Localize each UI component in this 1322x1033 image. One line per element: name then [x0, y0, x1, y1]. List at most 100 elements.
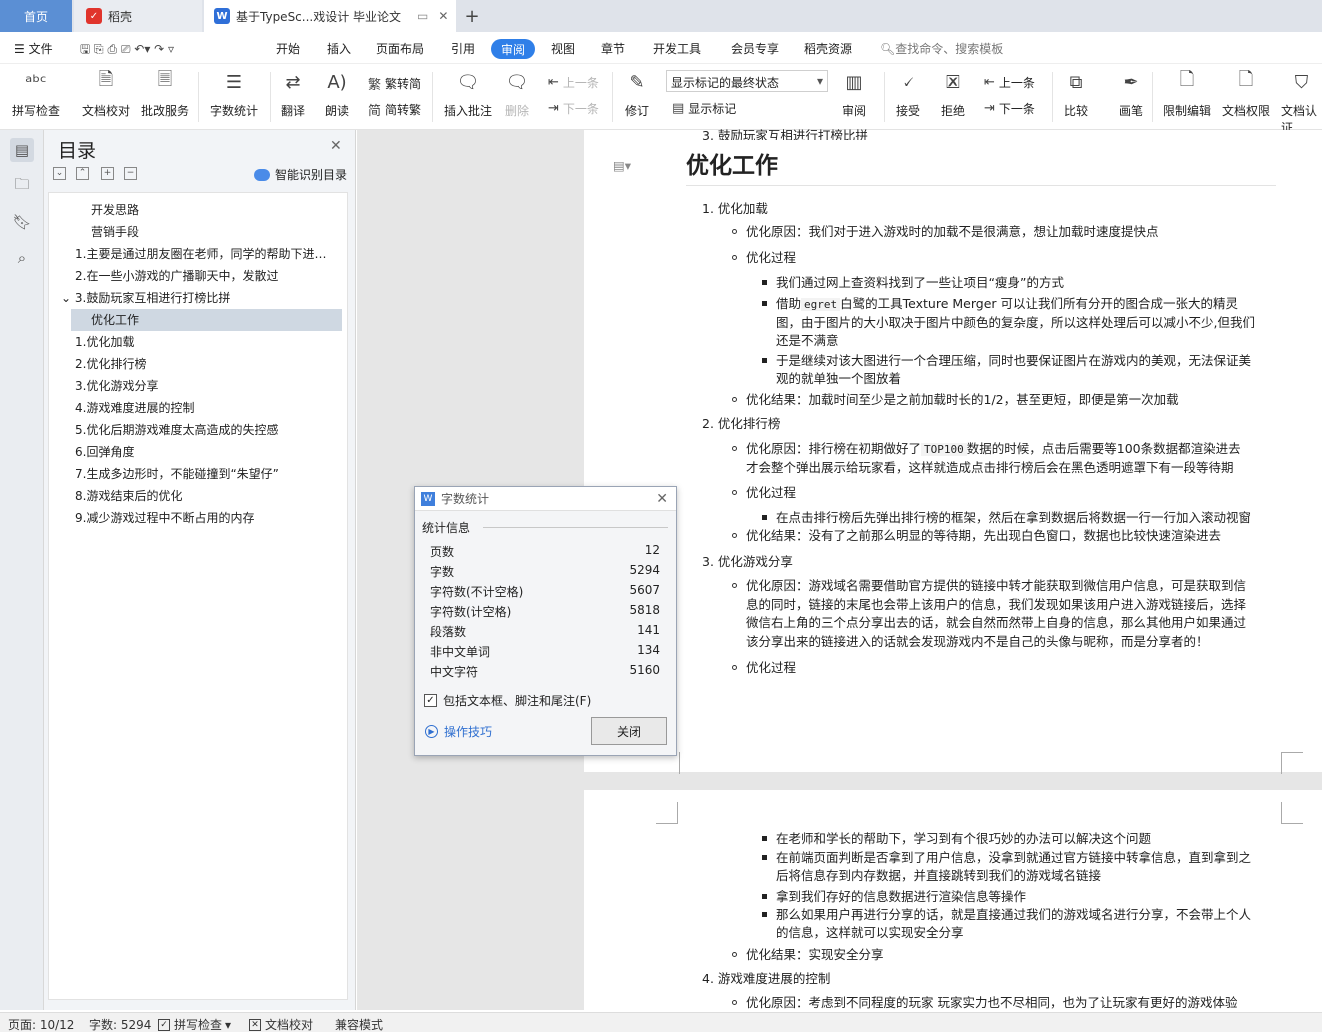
menu-view[interactable]: 视图 [551, 40, 575, 57]
read-aloud-button[interactable]: A) 朗读 [323, 68, 351, 119]
menu-review[interactable]: 审阅 [491, 39, 535, 59]
menu-member[interactable]: 会员专享 [731, 40, 779, 57]
proofread-toggle[interactable]: ✕ 文档校对 [249, 1016, 313, 1033]
compare-button[interactable]: ⧉ 比较 [1062, 68, 1090, 119]
doc-line: 优化过程 [746, 485, 797, 500]
divider [483, 527, 668, 528]
to-simplified-button[interactable]: 繁繁转简 [368, 74, 421, 93]
bookmark-icon[interactable]: 🔖︎ [10, 210, 34, 234]
tab-home[interactable]: 首页 [0, 0, 72, 32]
chevron-down-icon: ⌄ [61, 291, 75, 305]
toc-item[interactable]: 2.优化排行榜 [75, 353, 146, 375]
markup-state-select[interactable]: 显示标记的最终状态 ▾ [666, 70, 828, 92]
add-level-icon[interactable]: + [101, 167, 114, 180]
doc-line: 优化结果：实现安全分享 [746, 947, 884, 962]
toc-item[interactable]: 营销手段 [91, 221, 139, 243]
delete-comment-button[interactable]: 🗨 删除 [503, 68, 531, 119]
remove-level-icon[interactable]: − [124, 167, 137, 180]
revise-service-icon: 🗏 [157, 69, 173, 90]
quick-access-icons[interactable]: 🖫 ⎘ ⎙ ⎚ ↶▾ ↷ ▿ [80, 40, 174, 61]
checkbox-checked-icon: ✓ [158, 1018, 170, 1031]
track-changes-button[interactable]: ✎ 修订 [623, 68, 651, 119]
toc-item-selected[interactable]: 优化工作 [91, 309, 139, 331]
toc-item[interactable]: 5.优化后期游戏难度太高造成的失控感 [75, 419, 278, 441]
toc-item[interactable]: 9.减少游戏过程中不断占用的内存 [75, 507, 254, 529]
accept-button[interactable]: 🗸 接受 [894, 68, 922, 119]
toc-item[interactable]: ⌄ 3.鼓励玩家互相进行打榜比拼 [61, 287, 230, 309]
toc-item[interactable]: 8.游戏结束后的优化 [75, 485, 182, 507]
page-corner-mark [656, 802, 678, 824]
tab-document[interactable]: W 基于TypeSc...戏设计 毕业论文 ▭ ✕ [204, 0, 456, 32]
restore-icon[interactable]: ▭ [417, 9, 428, 23]
tab-daoke[interactable]: ✓ 稻壳 [74, 0, 202, 32]
close-icon[interactable]: ✕ [330, 138, 342, 154]
toc-item[interactable]: 3.优化游戏分享 [75, 375, 158, 397]
toc-item[interactable]: 6.回弹角度 [75, 441, 134, 463]
revise-service-button[interactable]: 🗏 批改服务 [141, 68, 189, 119]
spell-check-button[interactable]: ᵃᵇᶜ 拼写检查 [12, 68, 60, 119]
doc-line: 才会整个弹出展示给玩家看，这样就造成点击排行榜后会在黑色透明遮罩下有一段等待期 [746, 460, 1234, 475]
toc-item[interactable]: 7.生成多边形时，不能碰撞到“朱望仔” [75, 463, 279, 485]
bullet-circle [732, 583, 737, 588]
expand-icon[interactable]: ⌃ [76, 167, 89, 180]
spell-check-toggle[interactable]: ✓ 拼写检查 ▾ [158, 1016, 231, 1033]
paragraph-icon[interactable]: ▤▾ [613, 156, 631, 175]
dialog-title-bar[interactable]: W 字数统计 [415, 487, 676, 511]
menu-daoke-resources[interactable]: 稻壳资源 [804, 40, 852, 57]
to-traditional-button[interactable]: 简简转繁 [368, 100, 421, 119]
doc-line: 拿到我们存好的信息数据进行渲染信息等操作 [776, 889, 1027, 904]
toc-icon[interactable]: ▤ [10, 138, 34, 162]
bullet-circle [732, 255, 737, 260]
prev-comment-button[interactable]: ⇤ 上一条 [548, 74, 599, 91]
doc-permission-button[interactable]: 🗋 文档权限 [1222, 68, 1270, 119]
tips-link[interactable]: ▶ 操作技巧 [425, 723, 492, 740]
insert-comment-button[interactable]: 🗨 插入批注 [444, 68, 492, 119]
prev-change-button[interactable]: ⇤ 上一条 [984, 74, 1035, 91]
chapters-icon[interactable]: 🗀 [10, 174, 34, 198]
include-textbox-checkbox[interactable]: ✓ 包括文本框、脚注和尾注(F) [424, 692, 591, 709]
inline-code: egret [801, 298, 841, 311]
divider [612, 72, 613, 122]
word-count-button[interactable]: ☰ 字数统计 [210, 68, 258, 119]
translate-button[interactable]: ⇄ 翻译 [279, 68, 307, 119]
stats-section-label: 统计信息 [422, 521, 471, 535]
close-tab-icon[interactable]: ✕ [438, 9, 448, 23]
divider [1052, 72, 1053, 122]
word-count-indicator[interactable]: 字数: 5294 [89, 1016, 151, 1033]
search-icon[interactable]: ⌕ [10, 246, 34, 270]
doc-line: 优化原因：排行榜在初期做好了 TOP100 数据的时候，点击后需要等100条数据都渲… [746, 441, 1241, 456]
next-comment-button[interactable]: ⇥ 下一条 [548, 100, 599, 117]
heading-rule [686, 185, 1276, 186]
doc-auth-button[interactable]: ⛉ 文档认证 [1281, 68, 1322, 136]
menu-section[interactable]: 章节 [601, 40, 625, 57]
doc-line: 借助 egret 白鹭的工具Texture Merger 可以让我们所有分开的图合成… [776, 296, 1239, 311]
menu-insert[interactable]: 插入 [327, 40, 351, 57]
page-indicator[interactable]: 页面: 10/12 [8, 1016, 74, 1033]
smart-toc-button[interactable]: 智能识别目录 [254, 166, 347, 183]
doc-line: 在老师和学长的帮助下，学习到有个很巧妙的办法可以解决这个问题 [776, 831, 1152, 846]
close-icon[interactable]: ✕ [656, 491, 668, 507]
toc-item[interactable]: 2.在一些小游戏的广播聊天中，发散过 [75, 265, 278, 287]
file-menu[interactable]: ☰ 文件 [14, 40, 53, 57]
toc-item[interactable]: 1.主要是通过朋友圈在老师，同学的帮助下进行传播 [75, 243, 335, 265]
toc-item[interactable]: 1.优化加载 [75, 331, 134, 353]
toc-item[interactable]: 开发思路 [91, 199, 139, 221]
menu-start[interactable]: 开始 [276, 40, 300, 57]
menu-developer[interactable]: 开发工具 [653, 40, 701, 57]
new-tab-button[interactable]: + [458, 0, 486, 32]
ink-button[interactable]: ✒ 画笔 [1117, 68, 1145, 119]
menu-references[interactable]: 引用 [451, 40, 475, 57]
doc-line: 3. 优化游戏分享 [702, 554, 793, 569]
restrict-edit-button[interactable]: 🗋 限制编辑 [1163, 68, 1211, 119]
toc-item[interactable]: 4.游戏难度进展的控制 [75, 397, 194, 419]
tab-home-label: 首页 [23, 9, 48, 24]
show-markup-button[interactable]: ▤ 显示标记 [672, 100, 736, 117]
proofread-button[interactable]: 🗎 文档校对 [82, 68, 130, 119]
close-button[interactable]: 关闭 [591, 717, 667, 745]
reject-button[interactable]: 🗷 拒绝 [939, 68, 967, 119]
collapse-icon[interactable]: ⌄ [53, 167, 66, 180]
next-change-button[interactable]: ⇥ 下一条 [984, 100, 1035, 117]
search-box[interactable]: 🔍︎查找命令、搜索模板 [880, 40, 1003, 57]
review-pane-button[interactable]: ▥ 审阅 [840, 68, 868, 119]
menu-layout[interactable]: 页面布局 [376, 40, 424, 57]
